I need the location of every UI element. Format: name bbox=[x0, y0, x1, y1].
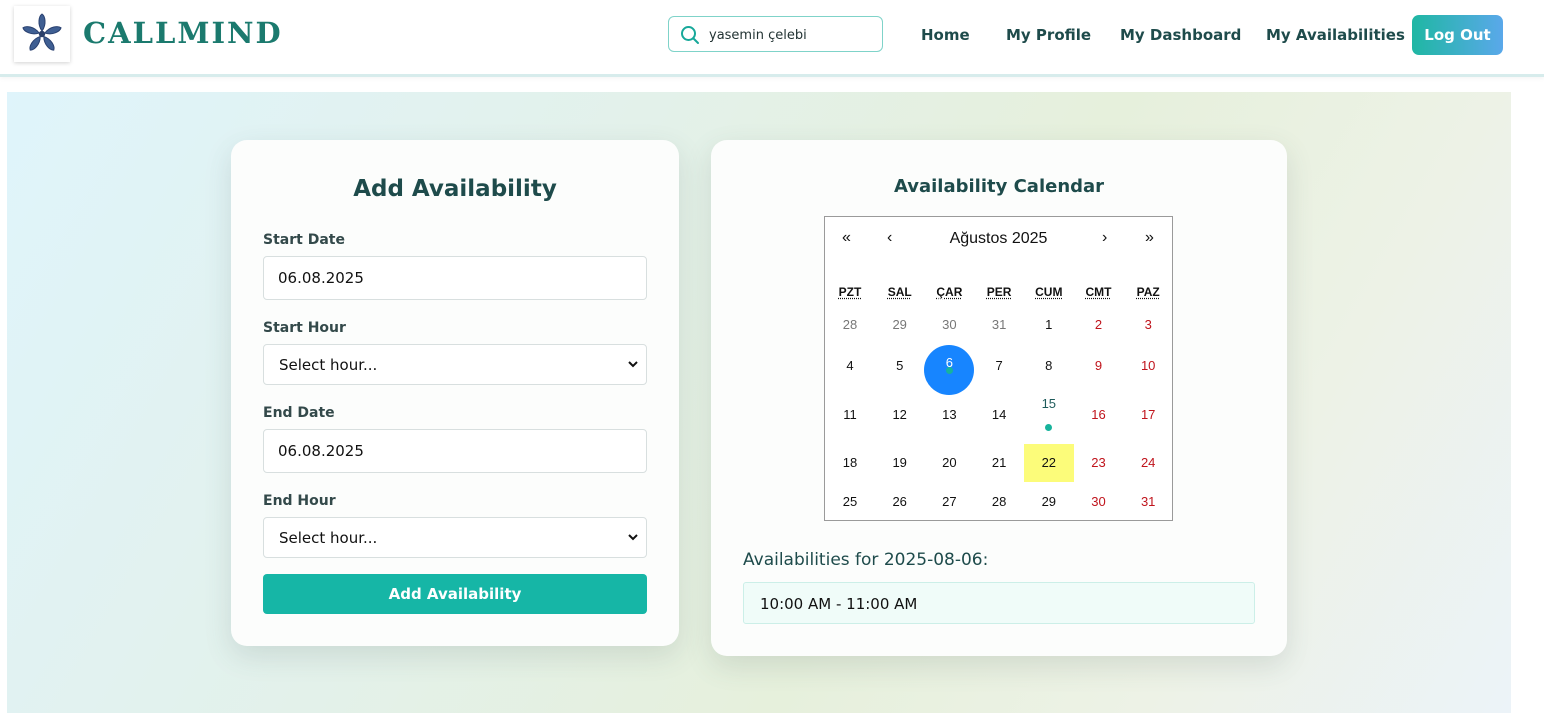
calendar-day[interactable]: 24 bbox=[1123, 455, 1173, 470]
calendar-day[interactable]: 15 bbox=[1024, 396, 1074, 411]
nav-home[interactable]: Home bbox=[921, 26, 970, 44]
calendar-day[interactable]: 21 bbox=[974, 455, 1024, 470]
calendar-day[interactable]: 17 bbox=[1123, 407, 1173, 422]
calendar-day[interactable]: 29 bbox=[875, 317, 925, 332]
calendar-day[interactable]: 5 bbox=[875, 358, 925, 373]
calendar-day[interactable]: 7 bbox=[974, 358, 1024, 373]
start-date-input[interactable] bbox=[263, 256, 647, 300]
calendar-day[interactable]: 14 bbox=[974, 407, 1024, 422]
start-date-label: Start Date bbox=[263, 232, 345, 248]
availabilities-heading: Availabilities for 2025-08-06: bbox=[743, 550, 989, 570]
chevron-down-icon bbox=[628, 534, 638, 541]
calendar-day[interactable]: 23 bbox=[1074, 455, 1124, 470]
end-date-input[interactable] bbox=[263, 429, 647, 473]
calendar-day[interactable]: 9 bbox=[1074, 358, 1124, 373]
calendar-widget: « ‹ Ağustos 2025 › » PZT SAL ÇAR PER CUM CMT P… bbox=[824, 216, 1173, 521]
end-date-label: End Date bbox=[263, 405, 335, 421]
weekday-header: SAL bbox=[887, 285, 912, 299]
nav-my-profile[interactable]: My Profile bbox=[1006, 26, 1091, 44]
weekday-header: PAZ bbox=[1136, 285, 1160, 299]
calendar-day[interactable]: 16 bbox=[1074, 407, 1124, 422]
availability-marker-dot bbox=[1045, 424, 1053, 431]
search-input[interactable] bbox=[709, 25, 874, 45]
calendar-day[interactable]: 25 bbox=[825, 494, 875, 509]
weekday-header: PER bbox=[986, 285, 1012, 299]
flower-logo-icon[interactable] bbox=[14, 6, 70, 62]
calendar-day[interactable]: 13 bbox=[924, 407, 974, 422]
calendar-day[interactable]: 31 bbox=[974, 317, 1024, 332]
start-hour-label: Start Hour bbox=[263, 320, 346, 336]
calendar-day[interactable]: 26 bbox=[875, 494, 925, 509]
logout-button[interactable]: Log Out bbox=[1412, 15, 1503, 55]
nav-my-dashboard[interactable]: My Dashboard bbox=[1120, 26, 1241, 44]
calendar-day[interactable]: 2 bbox=[1074, 317, 1124, 332]
calendar-title: Availability Calendar bbox=[893, 176, 1105, 197]
add-availability-button[interactable]: Add Availability bbox=[263, 574, 647, 614]
next-year-button[interactable]: » bbox=[1145, 229, 1154, 247]
calendar-day[interactable]: 30 bbox=[924, 317, 974, 332]
calendar-day[interactable]: 20 bbox=[924, 455, 974, 470]
end-hour-value: Select hour... bbox=[279, 529, 378, 547]
end-hour-select[interactable]: Select hour... bbox=[263, 517, 647, 558]
calendar-day[interactable]: 27 bbox=[924, 494, 974, 509]
availability-marker-dot bbox=[945, 367, 953, 374]
calendar-day[interactable]: 22 bbox=[1023, 444, 1074, 482]
search-icon bbox=[681, 26, 699, 44]
availability-calendar-card: Availability Calendar « ‹ Ağustos 2025 ›… bbox=[711, 140, 1287, 656]
nav-my-availabilities[interactable]: My Availabilities bbox=[1266, 26, 1405, 44]
brand-name[interactable]: CALLMIND bbox=[83, 16, 283, 50]
add-availability-title: Add Availability bbox=[353, 176, 557, 202]
calendar-day[interactable]: 28 bbox=[974, 494, 1024, 509]
start-hour-value: Select hour... bbox=[279, 356, 378, 374]
calendar-day[interactable]: 3 bbox=[1123, 317, 1173, 332]
availability-slot[interactable]: 10:00 AM - 11:00 AM bbox=[743, 582, 1255, 624]
calendar-day[interactable]: 1 bbox=[1024, 317, 1074, 332]
weekday-header: PZT bbox=[838, 285, 862, 299]
calendar-day[interactable]: 8 bbox=[1024, 358, 1074, 373]
calendar-day[interactable]: 10 bbox=[1123, 358, 1173, 373]
weekday-header: ÇAR bbox=[936, 285, 963, 299]
calendar-day[interactable]: 18 bbox=[825, 455, 875, 470]
flower-icon bbox=[22, 13, 62, 51]
search-box[interactable] bbox=[668, 16, 883, 52]
end-hour-label: End Hour bbox=[263, 493, 336, 509]
start-hour-select[interactable]: Select hour... bbox=[263, 344, 647, 385]
calendar-day[interactable]: 11 bbox=[825, 407, 875, 422]
calendar-day[interactable]: 29 bbox=[1024, 494, 1074, 509]
calendar-day[interactable]: 31 bbox=[1123, 494, 1173, 509]
calendar-day[interactable]: 30 bbox=[1074, 494, 1124, 509]
calendar-day[interactable]: 4 bbox=[825, 358, 875, 373]
calendar-day[interactable]: 19 bbox=[875, 455, 925, 470]
calendar-day[interactable]: 12 bbox=[875, 407, 925, 422]
calendar-month-label[interactable]: Ağustos 2025 bbox=[825, 230, 1172, 248]
weekday-header: CMT bbox=[1085, 285, 1112, 299]
top-navbar: CALLMIND Home My Profile My Dashboard My… bbox=[0, 0, 1544, 77]
next-month-button[interactable]: › bbox=[1102, 229, 1107, 247]
chevron-down-icon bbox=[628, 361, 638, 368]
add-availability-card: Add Availability Start Date Start Hour S… bbox=[231, 140, 679, 646]
calendar-day[interactable]: 28 bbox=[825, 317, 875, 332]
weekday-header: CUM bbox=[1035, 285, 1063, 299]
